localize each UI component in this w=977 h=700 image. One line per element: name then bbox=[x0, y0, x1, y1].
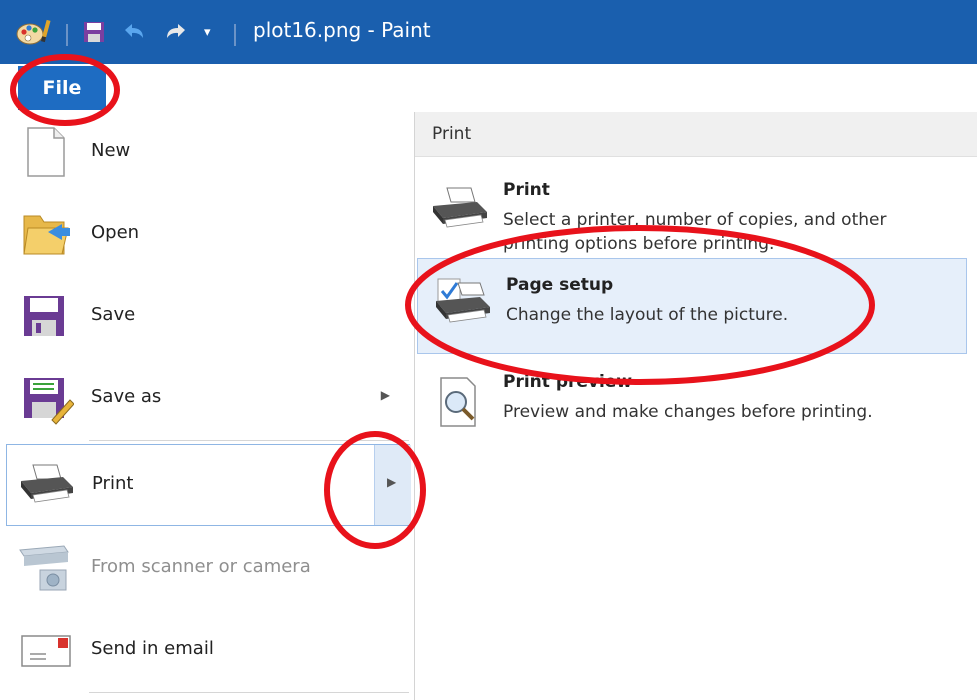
print-submenu-panel: Print Print Select a printer, number of … bbox=[415, 112, 977, 700]
printer-icon bbox=[17, 457, 73, 513]
save-icon[interactable] bbox=[82, 14, 106, 50]
print-option-page-setup[interactable]: Page setup Change the layout of the pict… bbox=[417, 258, 967, 354]
menu-item-label: Open bbox=[91, 222, 140, 243]
menu-item-label: Print bbox=[92, 473, 134, 494]
menu-item-label: Send in email bbox=[91, 638, 214, 659]
menu-separator bbox=[89, 692, 409, 693]
menu-item-label: Save as bbox=[91, 386, 162, 407]
page-setup-icon bbox=[432, 275, 494, 335]
save-disk-icon bbox=[18, 288, 74, 344]
file-menu: New Open Save Save as ▶ Print ▶ From sca… bbox=[0, 112, 415, 700]
print-preview-icon bbox=[429, 372, 491, 432]
submenu-expand-button[interactable]: ▶ bbox=[374, 445, 411, 525]
menu-item-open[interactable]: Open bbox=[0, 194, 412, 276]
print-option-print[interactable]: Print Select a printer, number of copies… bbox=[415, 164, 967, 260]
menu-item-print[interactable]: Print ▶ bbox=[6, 444, 411, 526]
option-description: Select a printer, number of copies, and … bbox=[503, 210, 887, 254]
menu-item-label: Save bbox=[91, 304, 136, 325]
panel-header: Print bbox=[415, 112, 977, 157]
menu-separator bbox=[89, 440, 409, 441]
email-icon bbox=[18, 622, 74, 678]
option-title: Print bbox=[503, 180, 550, 200]
file-tab[interactable]: File bbox=[18, 66, 106, 110]
window-title: plot16.png - Paint bbox=[253, 18, 431, 42]
save-as-icon bbox=[18, 370, 75, 426]
menu-item-new[interactable]: New bbox=[0, 112, 412, 194]
menu-item-save[interactable]: Save bbox=[0, 276, 412, 358]
option-title: Print preview bbox=[503, 372, 633, 392]
scanner-icon bbox=[18, 540, 74, 596]
menu-item-label: New bbox=[91, 140, 131, 161]
separator bbox=[234, 24, 236, 46]
option-description: Change the layout of the picture. bbox=[506, 305, 789, 325]
menu-item-from-scanner: From scanner or camera bbox=[0, 528, 412, 610]
option-description: Preview and make changes before printing… bbox=[503, 402, 873, 422]
menu-item-send-email[interactable]: Send in email bbox=[0, 610, 412, 692]
paint-app-icon[interactable] bbox=[16, 14, 56, 50]
option-title: Page setup bbox=[506, 275, 614, 295]
print-option-print-preview[interactable]: Print preview Preview and make changes b… bbox=[415, 356, 967, 452]
menu-item-save-as[interactable]: Save as ▶ bbox=[0, 358, 412, 440]
submenu-arrow-icon: ▶ bbox=[380, 388, 390, 402]
menu-item-label: From scanner or camera bbox=[91, 556, 311, 577]
printer-icon bbox=[429, 180, 491, 240]
title-bar: ▾ plot16.png - Paint bbox=[0, 0, 977, 64]
customize-dropdown-icon[interactable]: ▾ bbox=[204, 14, 211, 50]
panel-header-title: Print bbox=[432, 124, 472, 144]
ribbon-tab-strip bbox=[0, 64, 977, 113]
new-document-icon bbox=[18, 124, 74, 180]
submenu-arrow-icon: ▶ bbox=[387, 475, 397, 489]
redo-icon[interactable] bbox=[161, 14, 189, 50]
open-folder-icon bbox=[18, 206, 74, 262]
undo-icon[interactable] bbox=[121, 14, 149, 50]
separator bbox=[66, 24, 68, 46]
